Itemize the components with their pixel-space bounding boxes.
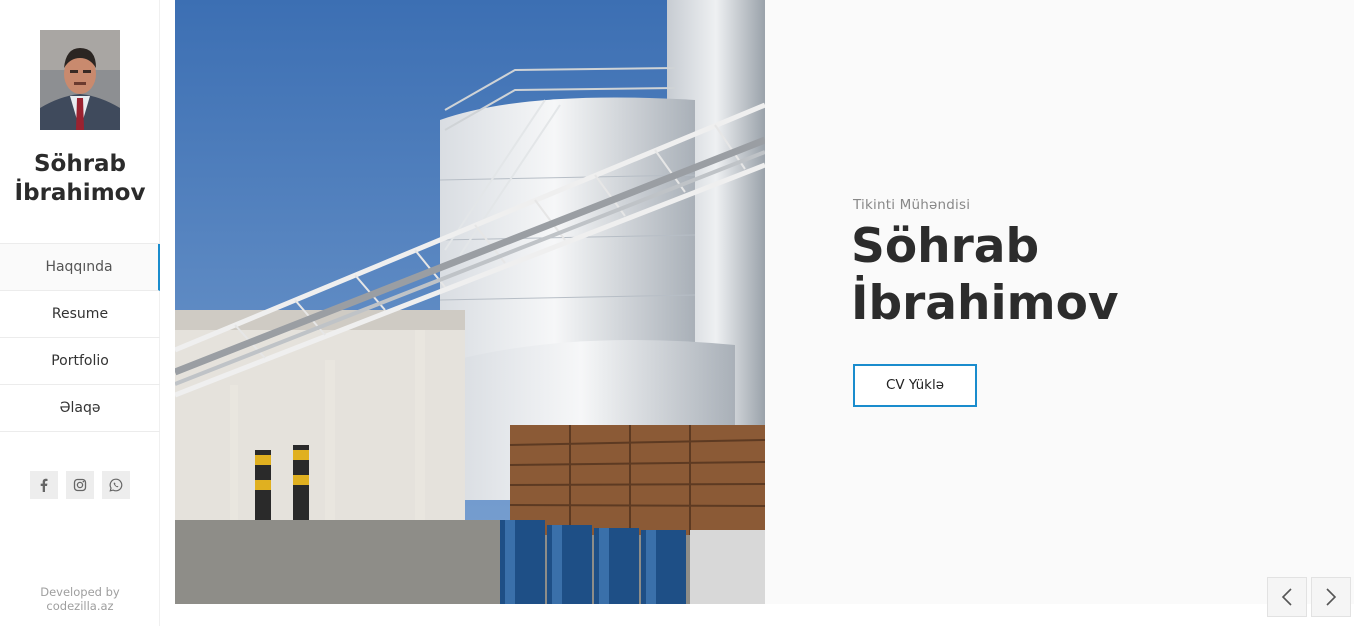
hero-title: Söhrab İbrahimov xyxy=(851,218,1119,332)
hero-photo xyxy=(175,0,765,604)
credits-line-2: codezilla.az xyxy=(46,599,114,613)
avatar xyxy=(40,30,120,130)
chevron-right-icon xyxy=(1326,588,1337,606)
nav-item-haqqinda[interactable]: Haqqında xyxy=(0,244,160,291)
cv-download-button[interactable]: CV Yüklə xyxy=(853,364,977,407)
social-links xyxy=(30,471,130,499)
hero-title-line-1: Söhrab xyxy=(851,219,1040,274)
hero-panel: Tikinti Mühəndisi Söhrab İbrahimov CV Yü… xyxy=(765,0,1354,604)
main-nav: Haqqında Resume Portfolio Əlaqə xyxy=(0,243,160,432)
nav-item-elaqe[interactable]: Əlaqə xyxy=(0,385,160,432)
credits-line-1: Developed by xyxy=(40,585,120,599)
hero-subtitle: Tikinti Mühəndisi xyxy=(853,197,971,213)
whatsapp-icon xyxy=(109,478,123,492)
instagram-button[interactable] xyxy=(66,471,94,499)
instagram-icon xyxy=(73,478,87,492)
slider-prev-button[interactable] xyxy=(1267,577,1307,617)
nav-item-resume[interactable]: Resume xyxy=(0,291,160,338)
hero-title-line-2: İbrahimov xyxy=(851,276,1119,331)
nav-item-portfolio[interactable]: Portfolio xyxy=(0,338,160,385)
developer-credits: Developed by codezilla.az xyxy=(0,585,160,613)
sidebar-name: Söhrab İbrahimov xyxy=(14,151,146,206)
sidebar: Söhrab İbrahimov Haqqında Resume Portfol… xyxy=(0,0,160,626)
slider-next-button[interactable] xyxy=(1311,577,1351,617)
facebook-button[interactable] xyxy=(30,471,58,499)
facebook-icon xyxy=(40,478,48,492)
whatsapp-button[interactable] xyxy=(102,471,130,499)
chevron-left-icon xyxy=(1281,588,1292,606)
